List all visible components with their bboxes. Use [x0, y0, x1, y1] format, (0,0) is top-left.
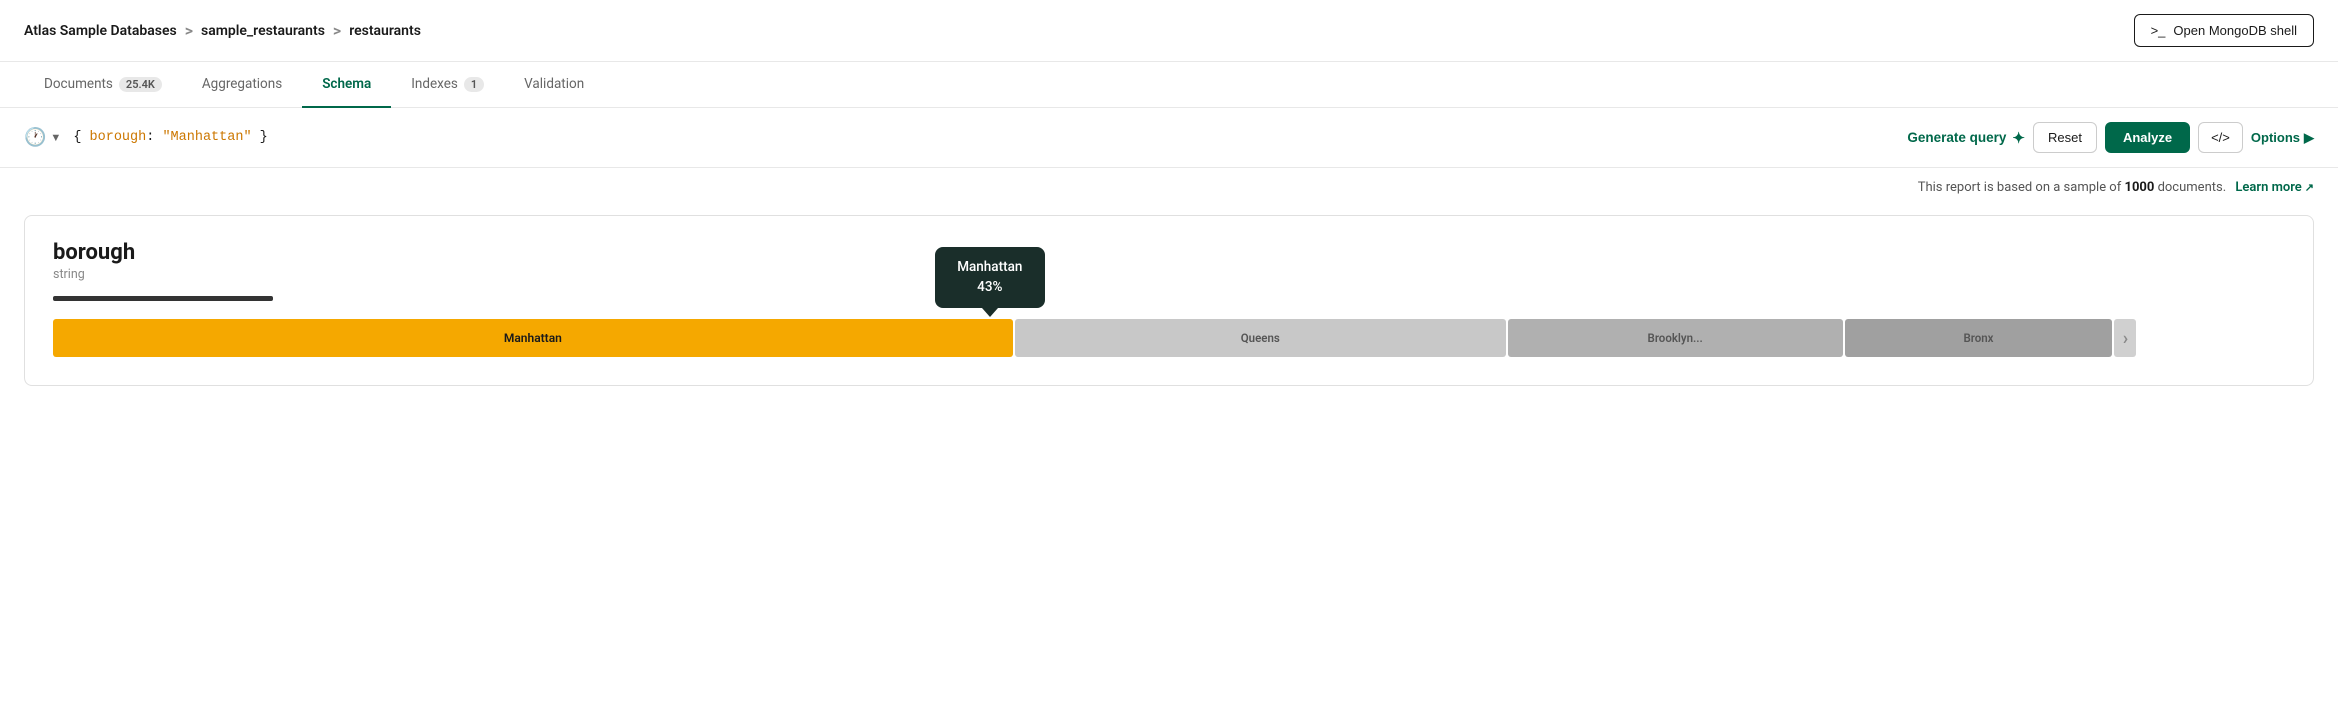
sample-count: 1000: [2124, 180, 2154, 195]
reset-button[interactable]: Reset: [2033, 122, 2097, 153]
bar-segment-manhattan[interactable]: Manhattan: [53, 319, 1013, 357]
options-label: Options: [2251, 130, 2300, 145]
tab-schema-label: Schema: [322, 76, 371, 92]
bar-chart-area: Manhattan 43% Manhattan Queens Brooklyn.…: [53, 319, 2285, 357]
external-link-icon: ↗: [2305, 181, 2314, 194]
clock-dropdown-arrow: ▼: [50, 131, 61, 144]
query-bar: 🕐 ▼ { borough: "Manhattan" } Generate qu…: [0, 108, 2338, 168]
query-brace-open: {: [73, 130, 89, 145]
bar-segment-queens[interactable]: Queens: [1015, 319, 1506, 357]
learn-more-label: Learn more: [2235, 180, 2301, 195]
code-icon: </>: [2211, 130, 2230, 145]
tab-documents-label: Documents: [44, 76, 113, 92]
analyze-button[interactable]: Analyze: [2105, 122, 2190, 153]
tab-validation-label: Validation: [524, 76, 584, 92]
breadcrumb-sep-2: >: [333, 21, 341, 40]
code-button[interactable]: </>: [2198, 122, 2243, 153]
breadcrumb: Atlas Sample Databases > sample_restaura…: [24, 21, 421, 40]
query-key: borough: [90, 130, 147, 145]
sample-info-text: This report is based on a sample of 1000…: [1918, 180, 2314, 195]
breadcrumb-atlas[interactable]: Atlas Sample Databases: [24, 23, 177, 39]
bar-segment-more[interactable]: ›: [2114, 319, 2136, 357]
tab-aggregations[interactable]: Aggregations: [182, 62, 302, 108]
open-mongodb-shell-button[interactable]: >_ Open MongoDB shell: [2134, 14, 2314, 47]
tabs-bar: Documents 25.4K Aggregations Schema Inde…: [0, 62, 2338, 108]
bar-label-queens: Queens: [1241, 331, 1280, 345]
options-button[interactable]: Options ▶: [2251, 130, 2314, 146]
more-icon: ›: [2123, 328, 2128, 349]
sparkle-icon: ✦: [2012, 129, 2025, 147]
schema-content: borough string Manhattan 43% Manhattan Q…: [0, 199, 2338, 410]
breadcrumb-restaurants[interactable]: restaurants: [349, 23, 421, 39]
query-history-button[interactable]: 🕐 ▼: [24, 127, 61, 148]
field-name: borough: [53, 240, 2285, 265]
tab-indexes-label: Indexes: [411, 76, 458, 92]
query-actions: Generate query ✦ Reset Analyze </> Optio…: [1907, 122, 2314, 153]
tab-aggregations-label: Aggregations: [202, 76, 282, 92]
breadcrumb-sample-restaurants[interactable]: sample_restaurants: [201, 23, 325, 39]
bar-chart-row: Manhattan Queens Brooklyn... Bronx ›: [53, 319, 2285, 357]
bar-segment-brooklyn[interactable]: Brooklyn...: [1508, 319, 1843, 357]
bar-label-bronx: Bronx: [1963, 331, 1993, 345]
breadcrumb-bar: Atlas Sample Databases > sample_restaura…: [0, 0, 2338, 62]
tab-documents-badge: 25.4K: [119, 77, 162, 92]
tab-validation[interactable]: Validation: [504, 62, 604, 108]
schema-card-borough: borough string Manhattan 43% Manhattan Q…: [24, 215, 2314, 386]
sample-suffix: documents.: [2158, 180, 2227, 195]
generate-query-button[interactable]: Generate query ✦: [1907, 129, 2025, 147]
sample-prefix: This report is based on a sample of: [1918, 180, 2122, 195]
string-bar: [53, 296, 273, 301]
learn-more-link[interactable]: Learn more ↗: [2235, 180, 2314, 195]
bar-label-brooklyn: Brooklyn...: [1648, 331, 1703, 345]
open-shell-label: Open MongoDB shell: [2173, 23, 2297, 38]
bar-segment-bronx[interactable]: Bronx: [1845, 319, 2113, 357]
tab-indexes-badge: 1: [464, 77, 484, 92]
tab-schema[interactable]: Schema: [302, 62, 391, 108]
options-chevron-icon: ▶: [2304, 130, 2314, 146]
query-value: "Manhattan": [162, 130, 251, 145]
query-colon: :: [146, 130, 162, 145]
tab-indexes[interactable]: Indexes 1: [391, 62, 504, 108]
clock-icon: 🕐: [24, 127, 46, 148]
query-input-display[interactable]: { borough: "Manhattan" }: [73, 130, 1895, 145]
field-type: string: [53, 267, 2285, 282]
terminal-icon: >_: [2151, 23, 2166, 38]
bar-label-manhattan: Manhattan: [504, 331, 562, 345]
sample-info: This report is based on a sample of 1000…: [0, 168, 2338, 199]
tab-documents[interactable]: Documents 25.4K: [24, 62, 182, 108]
breadcrumb-sep-1: >: [185, 21, 193, 40]
generate-query-label: Generate query: [1907, 130, 2006, 145]
query-brace-close: }: [252, 130, 268, 145]
